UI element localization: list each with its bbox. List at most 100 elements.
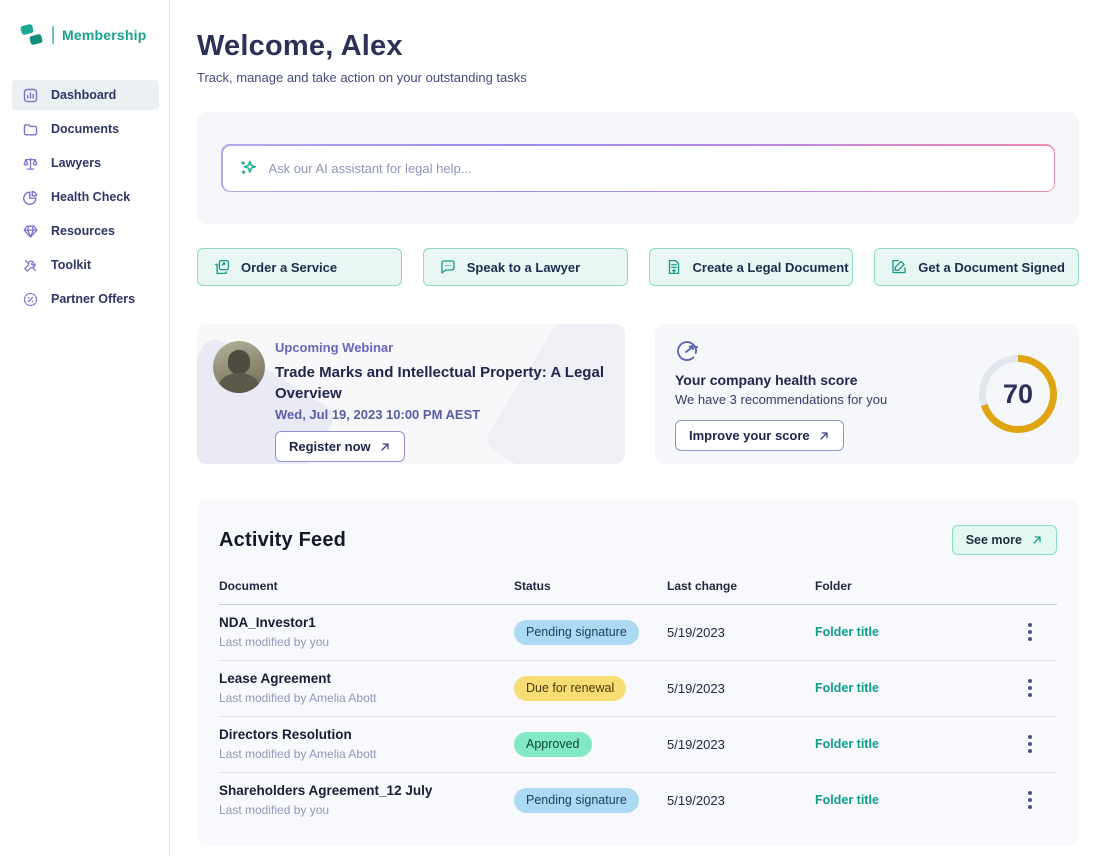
brand-divider xyxy=(52,26,54,44)
page-subtitle: Track, manage and take action on your ou… xyxy=(197,70,1079,85)
ai-assistant-panel xyxy=(197,112,1079,224)
create-legal-document-button[interactable]: Create a Legal Document xyxy=(649,248,854,286)
sidebar-item-label: Resources xyxy=(51,224,115,238)
get-document-signed-button[interactable]: Get a Document Signed xyxy=(874,248,1079,286)
document-modified: Last modified by you xyxy=(219,803,514,817)
quick-action-label: Speak to a Lawyer xyxy=(467,260,580,275)
arrow-up-right-icon xyxy=(1031,534,1043,546)
activity-feed-card: Activity Feed See more Document Status L… xyxy=(197,500,1079,846)
cards-row: Upcoming Webinar Trade Marks and Intelle… xyxy=(197,324,1079,464)
activity-table: Document Status Last change Folder NDA_I… xyxy=(219,579,1057,828)
ai-input-gradient-border xyxy=(221,144,1055,192)
sparkles-icon xyxy=(239,158,259,178)
quick-action-label: Order a Service xyxy=(241,260,337,275)
chat-icon xyxy=(439,258,457,276)
sidebar-item-health-check[interactable]: Health Check xyxy=(12,182,159,212)
brand-logo: Membership xyxy=(0,0,169,46)
table-row[interactable]: Directors Resolution Last modified by Am… xyxy=(219,717,1057,773)
column-header-last-change: Last change xyxy=(667,579,815,593)
document-title[interactable]: Directors Resolution xyxy=(219,727,514,742)
quick-actions: Order a Service Speak to a Lawyer Create… xyxy=(197,248,1079,286)
sidebar-item-documents[interactable]: Documents xyxy=(12,114,159,144)
document-modified: Last modified by Amelia Abott xyxy=(219,691,514,705)
table-row[interactable]: Lease Agreement Last modified by Amelia … xyxy=(219,661,1057,717)
document-title[interactable]: Lease Agreement xyxy=(219,671,514,686)
row-menu-kebab-icon[interactable] xyxy=(1028,791,1032,795)
status-badge: Pending signature xyxy=(514,788,639,813)
sidebar-item-label: Toolkit xyxy=(51,258,91,272)
status-badge: Pending signature xyxy=(514,620,639,645)
sidebar-item-partner-offers[interactable]: Partner Offers xyxy=(12,284,159,314)
quick-action-label: Get a Document Signed xyxy=(918,260,1065,275)
sidebar-item-label: Health Check xyxy=(51,190,130,204)
row-menu-kebab-icon[interactable] xyxy=(1028,623,1032,627)
see-more-label: See more xyxy=(966,533,1022,547)
status-badge: Due for renewal xyxy=(514,676,626,701)
document-title[interactable]: Shareholders Agreement_12 July xyxy=(219,783,514,798)
status-badge: Approved xyxy=(514,732,592,757)
document-modified: Last modified by Amelia Abott xyxy=(219,747,514,761)
folder-icon xyxy=(22,121,39,138)
folder-link[interactable]: Folder title xyxy=(815,625,1028,639)
column-header-status: Status xyxy=(514,579,667,593)
health-score-value: 70 xyxy=(1003,379,1033,410)
sidebar-item-label: Lawyers xyxy=(51,156,101,170)
register-now-button[interactable]: Register now xyxy=(275,431,405,462)
health-score-card: Your company health score We have 3 reco… xyxy=(655,324,1079,464)
gauge-icon xyxy=(675,339,699,363)
table-row[interactable]: Shareholders Agreement_12 July Last modi… xyxy=(219,773,1057,828)
quick-action-label: Create a Legal Document xyxy=(693,260,849,275)
sidebar-item-resources[interactable]: Resources xyxy=(12,216,159,246)
percent-icon xyxy=(22,291,39,308)
webinar-datetime: Wed, Jul 19, 2023 10:00 PM AEST xyxy=(275,407,611,422)
speak-to-a-lawyer-button[interactable]: Speak to a Lawyer xyxy=(423,248,628,286)
sidebar: Membership Dashboard Documents Lawyers H… xyxy=(0,0,170,856)
sidebar-item-toolkit[interactable]: Toolkit xyxy=(12,250,159,280)
brand-name: Membership xyxy=(62,27,146,43)
table-header-row: Document Status Last change Folder xyxy=(219,579,1057,605)
signature-icon xyxy=(890,258,908,276)
folder-link[interactable]: Folder title xyxy=(815,793,1028,807)
last-change-date: 5/19/2023 xyxy=(667,737,815,752)
sidebar-item-label: Partner Offers xyxy=(51,292,135,306)
sidebar-item-label: Dashboard xyxy=(51,88,116,102)
document-add-icon xyxy=(665,258,683,276)
scales-icon xyxy=(22,155,39,172)
sidebar-item-lawyers[interactable]: Lawyers xyxy=(12,148,159,178)
improve-score-button[interactable]: Improve your score xyxy=(675,420,844,451)
folder-link[interactable]: Folder title xyxy=(815,681,1028,695)
table-row[interactable]: NDA_Investor1 Last modified by you Pendi… xyxy=(219,605,1057,661)
document-modified: Last modified by you xyxy=(219,635,514,649)
sidebar-item-label: Documents xyxy=(51,122,119,136)
brand-mark-icon xyxy=(20,24,44,46)
activity-feed-title: Activity Feed xyxy=(219,529,346,552)
webinar-speaker-avatar xyxy=(213,341,265,393)
row-menu-kebab-icon[interactable] xyxy=(1028,735,1032,739)
register-now-label: Register now xyxy=(289,439,371,454)
column-header-document: Document xyxy=(219,579,514,593)
last-change-date: 5/19/2023 xyxy=(667,625,815,640)
order-service-icon xyxy=(213,258,231,276)
health-score-ring: 70 xyxy=(979,355,1057,433)
sidebar-item-dashboard[interactable]: Dashboard xyxy=(12,80,159,110)
webinar-eyebrow: Upcoming Webinar xyxy=(275,340,611,355)
order-a-service-button[interactable]: Order a Service xyxy=(197,248,402,286)
see-more-button[interactable]: See more xyxy=(952,525,1057,555)
folder-link[interactable]: Folder title xyxy=(815,737,1028,751)
improve-score-label: Improve your score xyxy=(689,428,810,443)
dashboard-icon xyxy=(22,87,39,104)
last-change-date: 5/19/2023 xyxy=(667,681,815,696)
document-title[interactable]: NDA_Investor1 xyxy=(219,615,514,630)
arrow-up-right-icon xyxy=(379,441,391,453)
webinar-title: Trade Marks and Intellectual Property: A… xyxy=(275,362,611,404)
row-menu-kebab-icon[interactable] xyxy=(1028,679,1032,683)
webinar-card: Upcoming Webinar Trade Marks and Intelle… xyxy=(197,324,625,464)
ai-input-container[interactable] xyxy=(223,146,1054,191)
last-change-date: 5/19/2023 xyxy=(667,793,815,808)
sidebar-nav: Dashboard Documents Lawyers Health Check… xyxy=(0,80,169,318)
column-header-folder: Folder xyxy=(815,579,1028,593)
pie-chart-icon xyxy=(22,189,39,206)
page-title: Welcome, Alex xyxy=(197,30,1079,63)
ai-assistant-input[interactable] xyxy=(269,161,1038,176)
tools-icon xyxy=(22,257,39,274)
